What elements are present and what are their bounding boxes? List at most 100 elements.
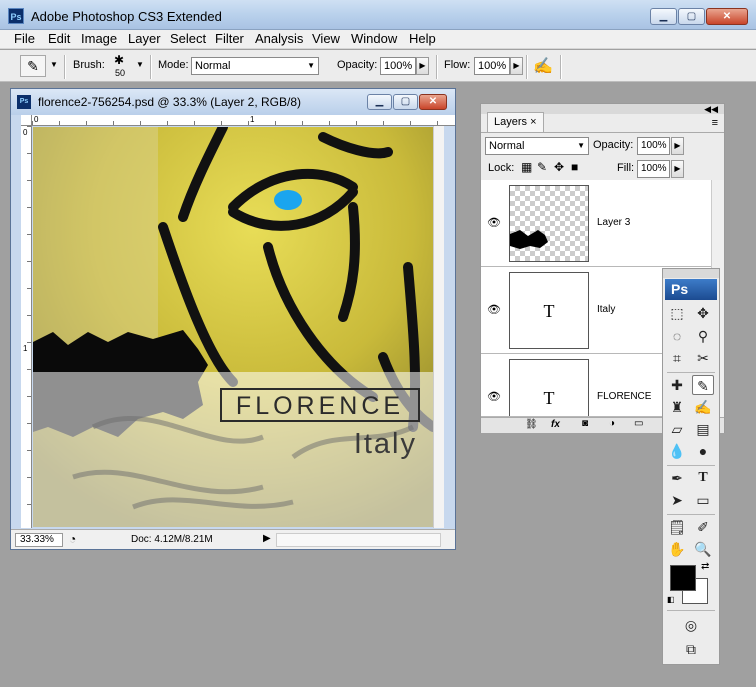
doc-close-button[interactable]: ✕ — [419, 94, 447, 110]
dodge-tool-icon[interactable]: ● — [692, 441, 714, 461]
lock-all-icon[interactable]: ■ — [571, 160, 578, 174]
layer-name[interactable]: Layer 3 — [597, 217, 630, 228]
swap-colors-icon[interactable]: ⇄ — [701, 561, 709, 572]
status-menu-arrow-icon[interactable]: ▶ — [263, 533, 271, 544]
layer-name[interactable]: FLORENCE — [597, 391, 651, 402]
document-canvas[interactable]: FLORENCE Italy — [33, 127, 433, 527]
menu-select[interactable]: Select — [170, 31, 206, 46]
opacity-input[interactable]: 100% — [380, 57, 416, 75]
collapse-panel-icon[interactable]: ◀◀ — [704, 104, 718, 115]
ruler-origin[interactable] — [21, 115, 32, 126]
brush-picker-chevron-icon[interactable]: ▼ — [136, 60, 144, 69]
foreground-color-swatch[interactable] — [670, 565, 696, 591]
adjustment-icon[interactable]: ◑ — [609, 418, 615, 429]
crop-tool-icon[interactable]: ⌗ — [666, 348, 688, 368]
layer-row[interactable]: 👁 Layer 3 — [481, 180, 711, 267]
panel-menu-icon[interactable]: ≡ — [712, 117, 718, 129]
lock-label: Lock: — [488, 162, 515, 174]
airbrush-icon[interactable]: ✍ — [533, 56, 553, 76]
shape-tool-icon[interactable]: ▭ — [692, 490, 714, 510]
quick-mask-icon[interactable]: ◎ — [680, 615, 702, 635]
eraser-tool-icon[interactable]: ▱ — [666, 419, 688, 439]
layer-thumbnail — [509, 185, 589, 262]
pen-tool-icon[interactable]: ✒ — [666, 468, 688, 488]
blend-mode-select[interactable]: Normal ▼ — [485, 137, 589, 155]
doc-minimize-button[interactable]: ▁ — [367, 94, 392, 110]
close-icon[interactable]: × — [530, 116, 536, 128]
link-icon[interactable]: ⛓ — [525, 419, 538, 430]
magic-wand-tool-icon[interactable]: ⚲ — [692, 326, 714, 346]
eye-icon[interactable]: 👁 — [487, 390, 501, 403]
flow-input[interactable]: 100% — [474, 57, 510, 75]
ruler-v-label: 0 — [23, 128, 28, 137]
hand-tool-icon[interactable]: ✋ — [666, 539, 688, 559]
document-horizontal-scrollbar[interactable] — [276, 533, 441, 547]
blur-tool-icon[interactable]: 💧 — [666, 441, 688, 461]
close-button[interactable]: ✕ — [706, 8, 748, 25]
fill-label: Fill: — [617, 162, 635, 174]
eye-icon[interactable]: 👁 — [487, 303, 501, 316]
document-vertical-scrollbar[interactable] — [433, 126, 444, 528]
tools-panel-grip[interactable] — [663, 269, 719, 278]
menu-image[interactable]: Image — [81, 31, 117, 46]
opacity-label: Opacity: — [337, 59, 378, 71]
eyedropper-tool-icon[interactable]: ✐ — [692, 517, 714, 537]
default-colors-icon[interactable]: ◧ — [667, 595, 675, 604]
fill-input[interactable]: 100% — [637, 160, 670, 178]
slice-tool-icon[interactable]: ✂ — [692, 348, 714, 368]
mask-icon[interactable]: ◙ — [582, 418, 588, 429]
menu-file[interactable]: File — [14, 31, 35, 46]
lock-position-icon[interactable]: ✥ — [554, 160, 564, 174]
screen-mode-icon[interactable]: ⧉ — [680, 639, 702, 659]
menu-layer[interactable]: Layer — [128, 31, 161, 46]
layer-name[interactable]: Italy — [597, 304, 615, 315]
marquee-tool-icon[interactable]: ⬚ — [666, 303, 688, 323]
maximize-button[interactable]: ▢ — [678, 8, 705, 25]
brush-tool-icon[interactable]: ✎ — [692, 375, 714, 395]
tab-layers[interactable]: Layers × — [487, 112, 544, 132]
brush-preview-icon[interactable]: ✱ — [114, 53, 124, 67]
text-layer-icon: T — [543, 301, 555, 321]
tool-preset-picker[interactable]: ✎ — [20, 55, 46, 77]
lasso-tool-icon[interactable]: ◌ — [666, 326, 688, 346]
menu-edit[interactable]: Edit — [48, 31, 70, 46]
zoom-tool-icon[interactable]: 🔍 — [692, 539, 714, 559]
menu-help[interactable]: Help — [409, 31, 436, 46]
lock-transparent-icon[interactable]: ▦ — [521, 160, 532, 174]
type-tool-icon[interactable]: T — [692, 468, 714, 488]
menu-window[interactable]: Window — [351, 31, 397, 46]
path-selection-tool-icon[interactable]: ➤ — [666, 490, 688, 510]
document-status-bar: 33.33% ◔ Doc: 4.12M/8.21M ▶ — [11, 529, 455, 549]
status-icon[interactable]: ◔ — [69, 532, 76, 546]
document-titlebar[interactable]: Ps florence2-756254.psd @ 33.3% (Layer 2… — [11, 89, 455, 115]
ruler-v-label: 1 — [23, 344, 28, 353]
menu-analysis[interactable]: Analysis — [255, 31, 303, 46]
mode-select[interactable]: Normal ▼ — [191, 57, 319, 75]
clone-stamp-tool-icon[interactable]: ♜ — [666, 397, 688, 417]
history-brush-tool-icon[interactable]: ✍ — [692, 397, 714, 417]
gradient-tool-icon[interactable]: ▤ — [692, 419, 714, 439]
group-icon[interactable]: ▭ — [634, 418, 643, 429]
flow-slider-arrow-icon[interactable]: ▶ — [510, 57, 523, 75]
doc-maximize-button[interactable]: ▢ — [393, 94, 418, 110]
opacity-slider-arrow-icon[interactable]: ▶ — [671, 137, 684, 155]
document-title: florence2-756254.psd @ 33.3% (Layer 2, R… — [38, 95, 301, 109]
healing-brush-tool-icon[interactable]: ✚ — [666, 375, 688, 395]
menu-filter[interactable]: Filter — [215, 31, 244, 46]
photoshop-app-icon[interactable]: Ps — [8, 8, 24, 24]
fx-icon[interactable]: fx — [551, 419, 560, 430]
notes-tool-icon[interactable]: 🗒 — [666, 517, 688, 537]
move-tool-icon[interactable]: ✥ — [692, 303, 714, 323]
vertical-ruler[interactable]: 0 1 — [21, 126, 32, 528]
layer-opacity-input[interactable]: 100% — [637, 137, 670, 155]
lock-pixels-icon[interactable]: ✎ — [537, 160, 547, 174]
menu-view[interactable]: View — [312, 31, 340, 46]
zoom-input[interactable]: 33.33% — [15, 533, 63, 547]
horizontal-ruler[interactable]: 0 1 — [32, 115, 455, 126]
opacity-slider-arrow-icon[interactable]: ▶ — [416, 57, 429, 75]
minimize-button[interactable]: ▁ — [650, 8, 677, 25]
chevron-down-icon[interactable]: ▼ — [50, 60, 58, 69]
eye-icon[interactable]: 👁 — [487, 216, 501, 229]
layer-thumbnail: T — [509, 272, 589, 349]
fill-slider-arrow-icon[interactable]: ▶ — [671, 160, 684, 178]
